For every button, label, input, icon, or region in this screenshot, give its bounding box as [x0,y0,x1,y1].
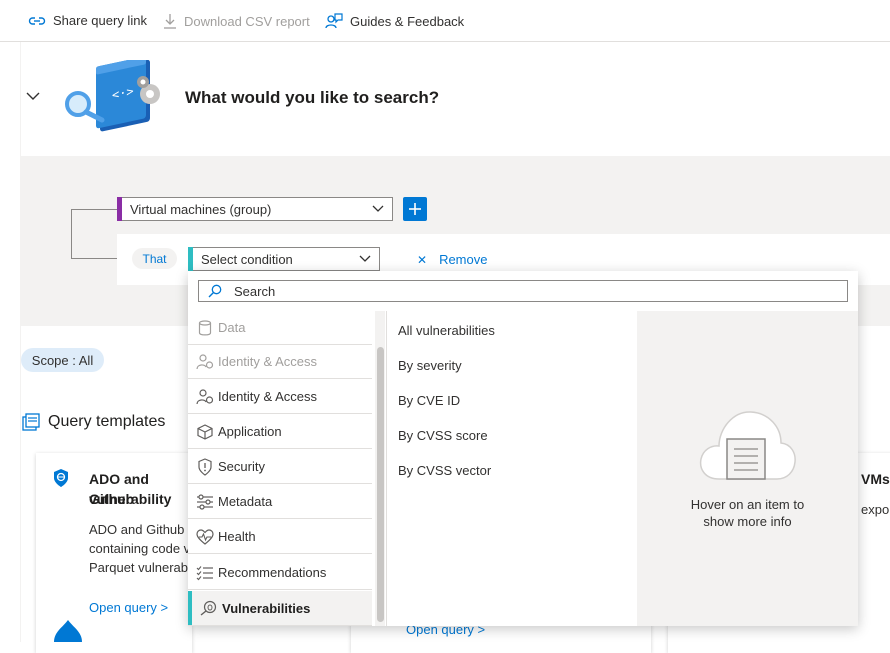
resource-type-dropdown[interactable]: Virtual machines (group) [117,197,393,221]
command-bar: Share query link Download CSV report Gui… [0,0,890,42]
category-item-security[interactable]: Security [188,450,372,484]
link-icon [28,16,46,25]
condition-color-bar [188,247,193,271]
info-hint-line: Hover on an item to [690,497,805,512]
guides-feedback-button[interactable]: Guides & Feedback [325,13,464,29]
add-condition-button[interactable] [403,197,427,221]
card-title-line: VMs [861,471,890,487]
category-item-vulnerabilities[interactable]: Vulnerabilities [188,591,372,626]
heart-icon [194,528,216,545]
category-label: Application [218,424,282,439]
remove-label: Remove [439,252,488,267]
option-item[interactable]: All vulnerabilities [398,323,495,338]
category-item-health[interactable]: Health [188,520,372,554]
search-placeholder: Search [234,283,276,299]
category-item-application[interactable]: Application [188,415,372,449]
scrollbar-thumb[interactable] [377,347,384,622]
tree-connector [71,209,72,258]
category-label: Metadata [218,494,273,509]
option-item[interactable]: By severity [398,358,462,373]
info-hint-line: show more info [703,514,792,529]
category-label: Data [218,320,246,335]
option-item[interactable]: By CVSS score [398,428,488,443]
bug-search-icon [198,600,220,616]
identity-icon [194,388,216,405]
menu-search-input[interactable]: Search [198,280,848,302]
cylinder-icon [194,319,216,336]
category-item-identity-access[interactable]: Identity & Access [188,380,372,414]
search-illustration: <·> [62,56,168,139]
category-label: Health [218,529,256,544]
category-item-identity-access[interactable]: Identity & Access [188,345,372,379]
info-panel: Hover on an item to show more info [637,311,858,626]
feedback-person-icon [325,13,343,29]
category-item-recommendations[interactable]: Recommendations [188,556,372,590]
category-list: Data Identity & Access Identity & Access… [188,311,373,626]
shield-icon [52,468,70,491]
sliders-icon [194,493,216,510]
resource-color-bar [117,197,122,221]
category-item-data[interactable]: Data [188,311,372,345]
that-operator-pill: That [132,248,177,269]
share-query-link-label: Share query link [53,13,147,28]
tree-connector [71,258,117,259]
page-title: What would you like to search? [185,88,440,107]
card-title-line: vulnerability [89,491,172,507]
tree-connector [71,209,117,210]
scope-pill[interactable]: Scope : All [21,348,104,372]
resource-type-value: Virtual machines (group) [130,201,272,217]
category-label: Security [218,459,265,474]
chevron-down-icon [359,255,371,262]
query-templates-title: Query templates [48,413,166,430]
share-query-link-button[interactable]: Share query link [28,13,147,28]
condition-dropdown[interactable]: Select condition [188,247,380,271]
cloud-document-icon [697,409,797,486]
template-card[interactable]: ADO and Github vulnerability ADO and Git… [36,453,192,653]
option-item[interactable]: By CVE ID [398,393,460,408]
open-query-link[interactable]: Open query > [89,600,168,615]
guides-feedback-label: Guides & Feedback [350,13,465,29]
category-label: Identity & Access [218,389,317,404]
card-description: Parquet vulnerab [89,560,189,575]
collapse-chevron-icon[interactable] [26,89,40,104]
download-csv-label: Download CSV report [184,13,310,29]
category-label: Identity & Access [218,354,317,369]
card-description: containing code v [89,541,191,556]
category-label: Recommendations [218,565,327,580]
checklist-icon [194,565,216,581]
card-description: expo [861,502,890,517]
search-icon [208,284,222,298]
shield-icon [194,457,216,476]
category-label: Vulnerabilities [222,600,311,616]
selection-indicator [188,591,192,625]
templates-icon [22,413,40,434]
category-item-metadata[interactable]: Metadata [188,485,372,519]
content-left-border [20,42,21,642]
card-description: ADO and Github [89,522,185,537]
condition-dropdown-menu: Search Data Identity & Access Identity &… [188,271,858,626]
remove-condition-button[interactable]: ✕ Remove [417,252,487,267]
identity-icon [194,353,216,370]
close-icon: ✕ [417,252,428,267]
plus-icon [409,203,421,215]
option-list: All vulnerabilities By severity By CVE I… [387,311,637,626]
download-csv-button[interactable]: Download CSV report [163,13,310,29]
chevron-down-icon [372,205,384,212]
info-hint: Hover on an item to show more info [637,496,858,530]
condition-dropdown-value: Select condition [201,251,293,267]
download-icon [164,14,176,29]
cube-icon [194,423,216,440]
option-item[interactable]: By CVSS vector [398,463,491,478]
